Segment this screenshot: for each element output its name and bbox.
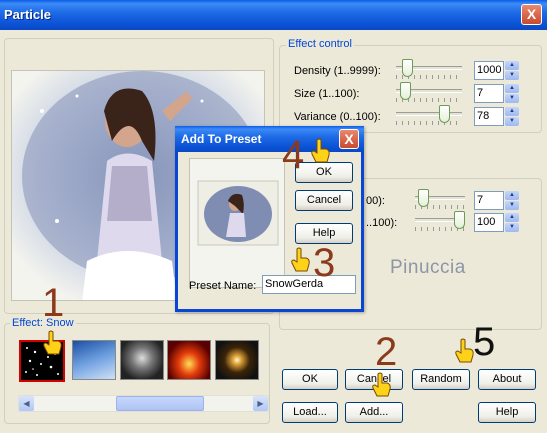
add-to-preset-dialog: Add To Preset X OK Cancel Help Preset Na…: [175, 126, 364, 312]
emitter-row2-label: ..100):: [366, 217, 398, 229]
size-spinner[interactable]: ▲ ▼: [505, 84, 519, 103]
emitter-row1-thumb[interactable]: [418, 189, 429, 207]
emitter-row1-spinner[interactable]: ▲ ▼: [505, 191, 519, 210]
window-close-button[interactable]: X: [521, 4, 542, 25]
help-button[interactable]: Help: [478, 402, 536, 423]
ok-button[interactable]: OK: [282, 369, 338, 390]
dialog-title: Add To Preset: [181, 132, 262, 146]
annotation-step-2: 2: [375, 330, 398, 374]
annotation-step-3: 3: [313, 241, 336, 285]
about-button[interactable]: About: [478, 369, 536, 390]
watermark-text: Pinuccia: [390, 257, 466, 278]
size-slider-thumb[interactable]: [400, 82, 411, 100]
annotation-step-1: 1: [42, 281, 65, 325]
scroll-right-icon[interactable]: ▶: [253, 396, 268, 411]
dialog-preview-image: [190, 159, 284, 287]
density-label: Density (1..9999):: [294, 65, 381, 77]
spin-up-icon[interactable]: ▲: [505, 191, 519, 200]
pointing-hand-icon: [291, 247, 310, 272]
variance-input[interactable]: 78: [474, 107, 504, 126]
emitter-row2-input[interactable]: 100: [474, 213, 504, 232]
pointing-hand-icon: [455, 338, 474, 363]
variance-spinner[interactable]: ▲ ▼: [505, 107, 519, 126]
dialog-title-bar: Add To Preset: [175, 126, 364, 152]
emitter-row1-input[interactable]: 7: [474, 191, 504, 210]
effect-control-legend: Effect control: [286, 38, 354, 50]
pointing-hand-icon: [43, 330, 62, 355]
density-input[interactable]: 1000: [474, 61, 504, 80]
annotation-step-5: 5: [473, 320, 496, 364]
dialog-close-button[interactable]: X: [339, 129, 359, 149]
effect-tile-sky[interactable]: [72, 340, 116, 380]
effect-tile-smoke[interactable]: [120, 340, 164, 380]
title-bar: Particle X: [0, 0, 547, 30]
dialog-preview-frame: [189, 158, 285, 288]
emitter-row2-spinner[interactable]: ▲ ▼: [505, 213, 519, 232]
size-input[interactable]: 7: [474, 84, 504, 103]
spin-down-icon[interactable]: ▼: [505, 223, 519, 232]
annotation-step-4: 4: [282, 133, 305, 177]
scroll-left-icon[interactable]: ◀: [19, 396, 34, 411]
density-spinner[interactable]: ▲ ▼: [505, 61, 519, 80]
spin-down-icon[interactable]: ▼: [505, 94, 519, 103]
preset-name-input[interactable]: SnowGerda: [262, 275, 356, 294]
effect-tile-starburst[interactable]: [215, 340, 259, 380]
add-button[interactable]: Add...: [345, 402, 403, 423]
spin-up-icon[interactable]: ▲: [505, 107, 519, 116]
size-label: Size (1..100):: [294, 88, 360, 100]
spin-down-icon[interactable]: ▼: [505, 201, 519, 210]
density-slider-thumb[interactable]: [402, 59, 413, 77]
emitter-row2-thumb[interactable]: [454, 211, 465, 229]
spin-up-icon[interactable]: ▲: [505, 213, 519, 222]
pointing-hand-icon: [311, 138, 330, 163]
variance-label: Variance (0..100):: [294, 111, 381, 123]
spin-up-icon[interactable]: ▲: [505, 61, 519, 70]
scrollbar-thumb[interactable]: [116, 396, 204, 411]
preset-name-label: Preset Name:: [189, 280, 257, 292]
variance-slider-ticks: [396, 121, 462, 125]
load-button[interactable]: Load...: [282, 402, 338, 423]
pointing-hand-icon: [372, 372, 391, 397]
variance-slider-track[interactable]: [396, 112, 462, 116]
spin-down-icon[interactable]: ▼: [505, 117, 519, 126]
random-button[interactable]: Random: [412, 369, 470, 390]
emitter-row1-label: 00):: [366, 195, 385, 207]
dialog-cancel-button[interactable]: Cancel: [295, 190, 353, 211]
variance-slider-thumb[interactable]: [439, 105, 450, 123]
spin-up-icon[interactable]: ▲: [505, 84, 519, 93]
effect-gallery-scrollbar[interactable]: ◀ ▶: [18, 395, 269, 412]
spin-down-icon[interactable]: ▼: [505, 71, 519, 80]
effect-tile-fire[interactable]: [167, 340, 211, 380]
window-title: Particle: [4, 7, 51, 22]
